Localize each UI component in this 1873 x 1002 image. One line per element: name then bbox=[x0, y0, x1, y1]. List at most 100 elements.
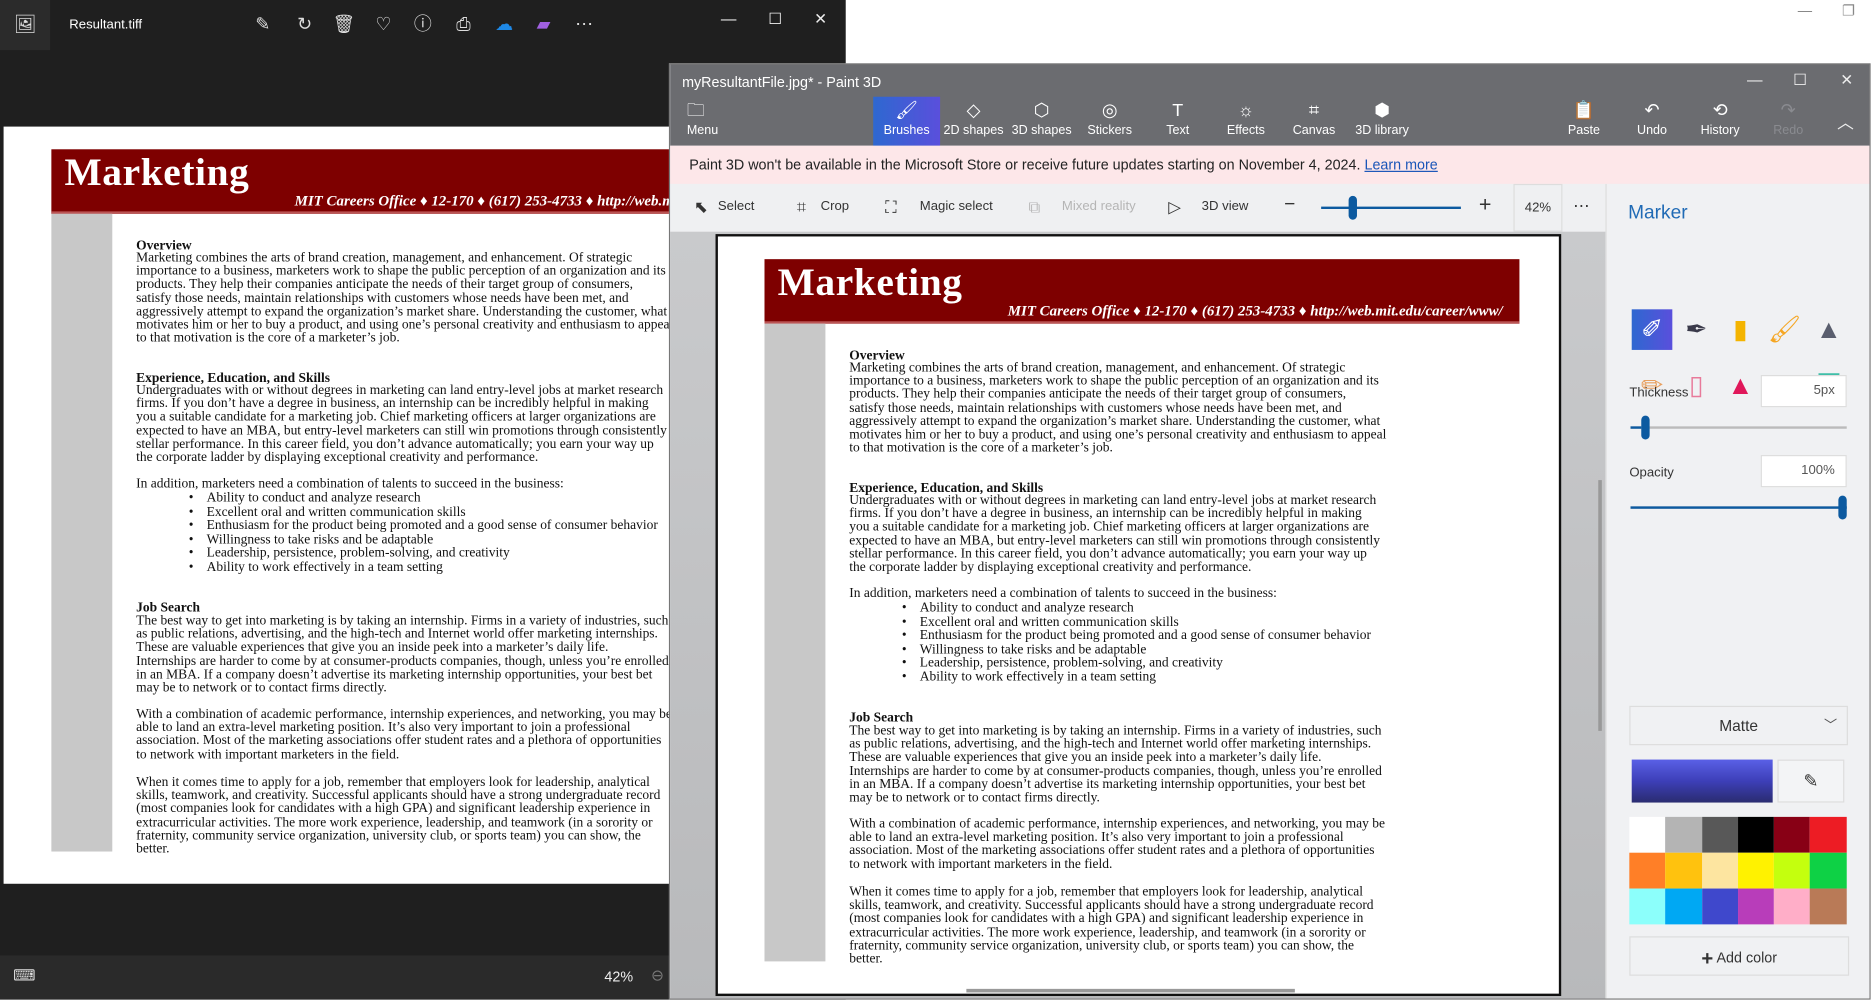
3d-library-icon: ⬢ bbox=[1374, 100, 1390, 121]
ribbon-3d-shapes[interactable]: ⬡ 3D shapes bbox=[1008, 97, 1075, 146]
palette-swatch[interactable] bbox=[1665, 816, 1702, 853]
notice-text: Paint 3D won't be available in the Micro… bbox=[689, 156, 1361, 174]
watercolor-brush[interactable]: 🖌 bbox=[1764, 309, 1805, 350]
ribbon-effects[interactable]: ☼ Effects bbox=[1212, 97, 1279, 146]
opacity-slider-thumb[interactable] bbox=[1838, 495, 1847, 520]
canvas-page[interactable]: Marketing MIT Careers Office ♦ 12-170 ♦ (… bbox=[715, 234, 1562, 997]
thickness-slider[interactable] bbox=[1630, 415, 1847, 440]
ribbon-canvas[interactable]: ⌗ Canvas bbox=[1281, 97, 1348, 146]
doc-text-line: to that motivation is the core of a mark… bbox=[136, 331, 400, 346]
eyedropper-icon: ✎ bbox=[1803, 771, 1819, 792]
redo-button[interactable]: ↷ Redo bbox=[1755, 97, 1822, 146]
learn-more-link[interactable]: Learn more bbox=[1364, 156, 1437, 173]
ribbon-stickers[interactable]: ◎ Stickers bbox=[1076, 97, 1143, 146]
3d-view-tool[interactable]: ▷ 3D view bbox=[1168, 197, 1248, 216]
palette-swatch[interactable] bbox=[1665, 888, 1702, 925]
zoom-percent-field[interactable]: 42% bbox=[1513, 183, 1563, 232]
marker-brush[interactable]: ✐ bbox=[1631, 309, 1673, 350]
folder-icon: 🗀 bbox=[686, 100, 705, 121]
photos-app-button[interactable]: 🖼 bbox=[0, 0, 51, 51]
background-minimize-button[interactable]: — bbox=[1798, 2, 1812, 19]
current-color-swatch[interactable] bbox=[1631, 759, 1773, 803]
palette-swatch[interactable] bbox=[1665, 852, 1702, 889]
palette-swatch[interactable] bbox=[1737, 888, 1775, 925]
palette-swatch[interactable] bbox=[1701, 888, 1738, 925]
thickness-input[interactable]: 5px bbox=[1760, 375, 1847, 408]
palette-swatch[interactable] bbox=[1629, 816, 1666, 853]
doc-text-line: association. Most of the marketing assoc… bbox=[136, 733, 662, 749]
print-icon[interactable]: ⎙ bbox=[450, 12, 476, 38]
ribbon-label: 2D shapes bbox=[943, 123, 1004, 138]
paste-button[interactable]: 📋 Paste bbox=[1550, 97, 1617, 146]
ribbon-2d-shapes[interactable]: ◇ 2D shapes bbox=[940, 97, 1007, 146]
calligraphy-pen-brush[interactable]: ✒ bbox=[1676, 309, 1717, 350]
doc-bullet: Ability to conduct and analyze research bbox=[902, 601, 1134, 616]
palette-swatch[interactable] bbox=[1810, 852, 1847, 889]
horizontal-scrollbar[interactable] bbox=[966, 988, 1295, 993]
palette-swatch[interactable] bbox=[1629, 852, 1666, 889]
canvas-area[interactable]: Marketing MIT Careers Office ♦ 12-170 ♦ (… bbox=[670, 231, 1606, 999]
photos-minimize-button[interactable]: — bbox=[717, 10, 741, 28]
history-button[interactable]: ⟲ History bbox=[1687, 97, 1754, 146]
paint3d-window-title: myResultantFile.jpg* - Paint 3D bbox=[682, 74, 882, 91]
zoom-out-button[interactable]: − bbox=[1284, 195, 1295, 216]
paint3d-maximize-button[interactable]: ☐ bbox=[1788, 70, 1812, 89]
mixed-reality-tool[interactable]: ⧉ Mixed reality bbox=[1028, 197, 1135, 216]
palette-swatch[interactable] bbox=[1774, 816, 1811, 853]
collapse-ribbon-button[interactable]: ︿ bbox=[1834, 110, 1858, 134]
zoom-in-button[interactable]: + bbox=[1479, 192, 1492, 217]
palette-swatch[interactable] bbox=[1774, 888, 1811, 925]
magic-select-tool[interactable]: ⛶ Magic select bbox=[885, 197, 993, 216]
photos-maximize-button[interactable]: ☐ bbox=[763, 10, 787, 29]
crayon-brush[interactable]: ▲ bbox=[1720, 365, 1761, 406]
filmstrip-icon[interactable]: ⌨ bbox=[13, 966, 35, 985]
thickness-slider-thumb[interactable] bbox=[1641, 415, 1650, 440]
palette-swatch[interactable] bbox=[1737, 816, 1775, 853]
pixel-pen-brush[interactable]: ▲ bbox=[1809, 309, 1850, 350]
palette-swatch[interactable] bbox=[1810, 888, 1847, 925]
zoom-out-icon[interactable]: ⊖ bbox=[651, 966, 664, 985]
opacity-input[interactable]: 100% bbox=[1760, 455, 1847, 488]
onedrive-cloud-icon[interactable]: ☁ bbox=[491, 12, 517, 38]
select-tool[interactable]: ⬉ Select bbox=[694, 197, 754, 216]
eyedropper-button[interactable]: ✎ bbox=[1777, 759, 1845, 803]
zoom-slider-thumb[interactable] bbox=[1349, 195, 1358, 220]
info-icon[interactable]: ⓘ bbox=[410, 12, 436, 38]
palette-swatch[interactable] bbox=[1810, 816, 1847, 853]
favorite-heart-icon[interactable]: ♡ bbox=[370, 12, 396, 38]
zoom-slider[interactable] bbox=[1321, 195, 1461, 220]
palette-swatch[interactable] bbox=[1629, 888, 1666, 925]
ribbon-3d-library[interactable]: ⬢ 3D library bbox=[1349, 97, 1416, 146]
ribbon-label: Paste bbox=[1567, 123, 1600, 138]
palette-swatch[interactable] bbox=[1701, 816, 1738, 853]
paint3d-close-button[interactable]: ✕ bbox=[1835, 70, 1859, 89]
palette-swatch[interactable] bbox=[1774, 852, 1811, 889]
more-options-button[interactable]: ⋯ bbox=[1573, 196, 1590, 216]
ribbon-label: Effects bbox=[1226, 123, 1265, 138]
delete-icon[interactable]: 🗑 bbox=[331, 12, 357, 38]
opacity-slider[interactable] bbox=[1630, 495, 1847, 520]
undo-button[interactable]: ↶ Undo bbox=[1619, 97, 1686, 146]
clipchamp-icon[interactable]: ▰ bbox=[530, 12, 556, 38]
add-color-button[interactable]: + Add color bbox=[1629, 936, 1850, 976]
palette-swatch[interactable] bbox=[1701, 852, 1738, 889]
photos-close-button[interactable]: ✕ bbox=[809, 10, 833, 29]
add-color-label: Add color bbox=[1716, 949, 1778, 967]
effects-icon: ☼ bbox=[1237, 100, 1255, 121]
vertical-scrollbar[interactable] bbox=[1598, 480, 1602, 731]
rotate-icon[interactable]: ↻ bbox=[291, 12, 317, 38]
background-restore-button[interactable]: ❐ bbox=[1842, 2, 1855, 19]
brush-panel: Marker ✐✒▮🖌▲✏▯▲▮▇ Thickness 5px Opacity … bbox=[1605, 183, 1870, 999]
ribbon-text[interactable]: T Text bbox=[1144, 97, 1211, 146]
edit-image-icon[interactable]: ✎ bbox=[250, 12, 276, 38]
doc-bullet: Excellent oral and written communication… bbox=[902, 615, 1179, 630]
crop-tool[interactable]: ⌗ Crop bbox=[797, 197, 849, 216]
doc-title: Marketing bbox=[64, 151, 250, 195]
menu-button[interactable]: 🗀 Menu bbox=[675, 97, 732, 146]
oil-brush-brush[interactable]: ▮ bbox=[1720, 309, 1761, 350]
paint3d-minimize-button[interactable]: — bbox=[1743, 70, 1767, 88]
more-icon[interactable]: ⋯ bbox=[571, 12, 597, 38]
palette-swatch[interactable] bbox=[1737, 852, 1775, 889]
finish-dropdown[interactable]: Matte ﹀ bbox=[1629, 705, 1848, 746]
ribbon-brushes[interactable]: 🖌 Brushes bbox=[873, 96, 941, 146]
